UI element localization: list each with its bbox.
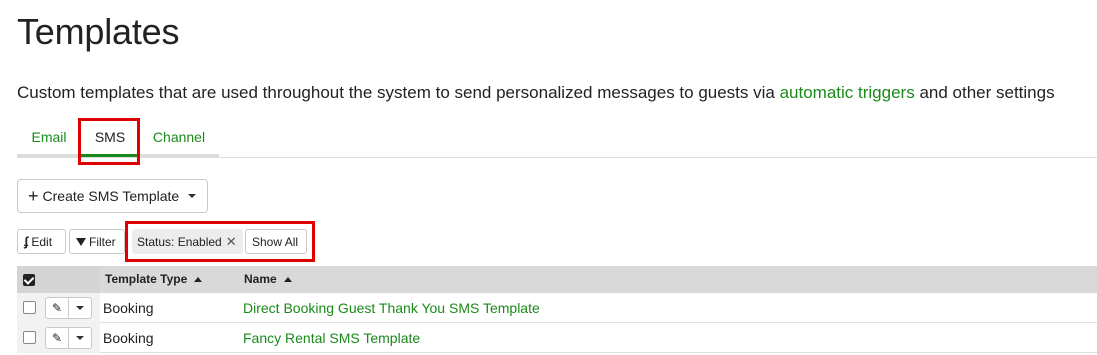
status-filter-chip: Status: Enabled ✕ xyxy=(132,229,243,254)
tab-underline-active xyxy=(81,154,139,157)
show-all-button[interactable]: Show All xyxy=(245,229,307,254)
filter-button[interactable]: Filter xyxy=(69,229,125,254)
column-header-name[interactable]: Name xyxy=(244,266,292,293)
filter-icon xyxy=(76,237,86,246)
row-edit-button[interactable]: ✎ xyxy=(45,327,69,349)
row-template-name-link[interactable]: Fancy Rental SMS Template xyxy=(243,323,420,353)
sort-asc-icon xyxy=(283,277,292,282)
column-label-template-type: Template Type xyxy=(105,272,188,286)
automatic-triggers-link[interactable]: automatic triggers xyxy=(780,83,915,102)
tab-underline xyxy=(139,154,219,157)
tab-channel-label: Channel xyxy=(152,129,206,145)
tab-channel[interactable]: Channel xyxy=(139,119,219,157)
row-checkbox[interactable] xyxy=(23,301,36,314)
description-text-end: and other settings xyxy=(914,83,1055,102)
row-dropdown-button[interactable] xyxy=(68,327,92,349)
table-row: ✎ Booking Fancy Rental SMS Template xyxy=(17,323,1097,353)
tab-sms-label: SMS xyxy=(94,129,126,145)
sort-asc-icon xyxy=(194,277,203,282)
select-all-checkbox[interactable] xyxy=(23,274,35,286)
template-tabs: Email SMS Channel xyxy=(17,119,1097,158)
chevron-down-icon xyxy=(188,194,197,198)
row-checkbox[interactable] xyxy=(23,331,36,344)
description-text: Custom templates that are used throughou… xyxy=(17,83,780,102)
row-edit-button[interactable]: ✎ xyxy=(45,297,69,319)
row-template-name-link[interactable]: Direct Booking Guest Thank You SMS Templ… xyxy=(243,293,540,323)
table-row: ✎ Booking Direct Booking Guest Thank You… xyxy=(17,293,1097,323)
pencil-icon: ✎ xyxy=(51,301,63,315)
table-header: Template Type Name xyxy=(17,266,1097,293)
column-label-name: Name xyxy=(244,272,277,286)
tab-email-label: Email xyxy=(31,129,67,145)
plus-icon: + xyxy=(28,186,39,206)
row-template-type: Booking xyxy=(103,300,154,316)
tab-underline xyxy=(17,154,81,157)
filter-button-label: Filter xyxy=(89,234,116,249)
show-all-label: Show All xyxy=(252,234,299,249)
status-chip-label: Status: Enabled xyxy=(137,234,222,249)
edit-icon: ʄ xyxy=(24,234,29,249)
tab-sms[interactable]: SMS xyxy=(81,119,139,157)
page-title: Templates xyxy=(17,11,180,52)
edit-button-label: Edit xyxy=(31,234,53,249)
close-icon[interactable]: ✕ xyxy=(226,234,237,250)
edit-button[interactable]: ʄ Edit xyxy=(17,229,66,254)
row-template-type: Booking xyxy=(103,330,154,346)
chevron-down-icon xyxy=(76,336,84,340)
chevron-down-icon xyxy=(76,306,84,310)
page-description: Custom templates that are used throughou… xyxy=(17,83,1055,103)
row-dropdown-button[interactable] xyxy=(68,297,92,319)
column-header-template-type[interactable]: Template Type xyxy=(105,266,203,293)
create-sms-template-button[interactable]: + Create SMS Template xyxy=(17,179,208,213)
tab-email[interactable]: Email xyxy=(17,119,81,157)
pencil-icon: ✎ xyxy=(51,331,63,345)
create-button-label: Create SMS Template xyxy=(42,188,180,204)
